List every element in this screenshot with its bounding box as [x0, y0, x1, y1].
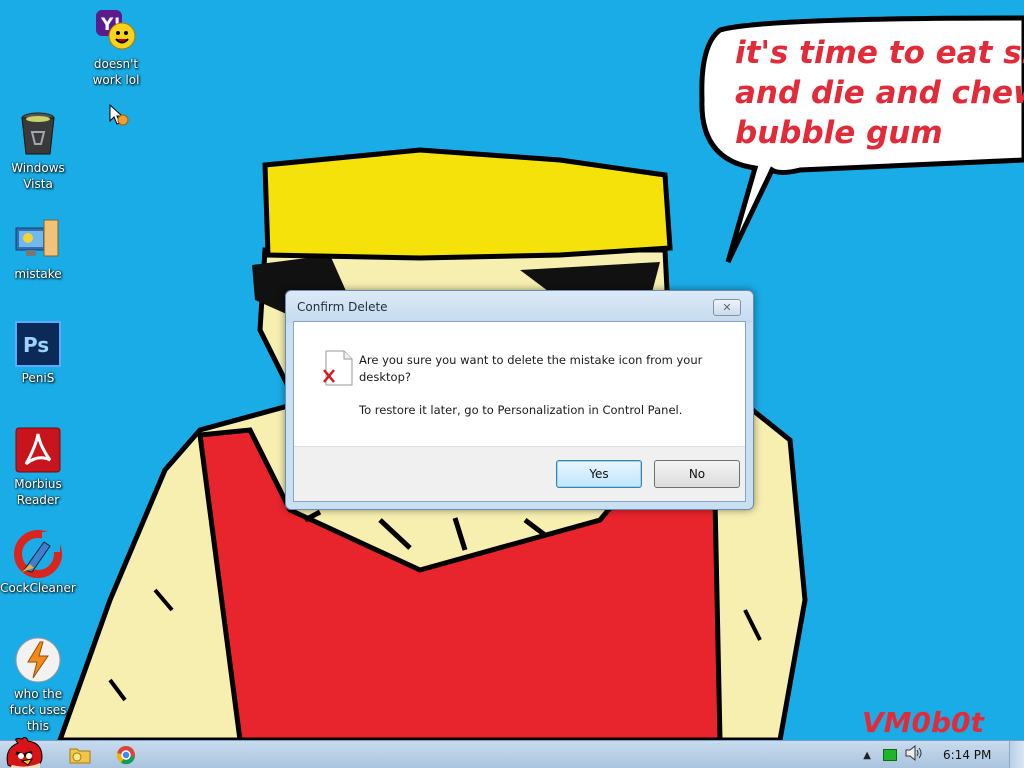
adobe-reader-icon — [14, 426, 62, 474]
desktop-icon-ccleaner[interactable]: CockCleaner — [0, 530, 76, 596]
system-tray: ▲ 6:14 PM — [863, 741, 1024, 768]
desktop-icon-label: Morbius Reader — [14, 477, 62, 507]
taskbar-explorer-button[interactable] — [60, 743, 100, 767]
mouse-cursor — [108, 103, 132, 132]
winamp-icon — [14, 636, 62, 684]
speech-line-2: and die and chew — [735, 75, 1024, 111]
ccleaner-icon — [14, 530, 62, 578]
desktop-icon-label: Windows Vista — [11, 161, 65, 191]
recycle-bin-icon — [14, 110, 62, 158]
desktop-icon-label: doesn't work lol — [92, 57, 140, 87]
no-button[interactable]: No — [654, 460, 740, 488]
volume-icon[interactable] — [905, 744, 923, 765]
desktop-icon-label: PeniS — [21, 371, 55, 385]
explorer-folder-icon — [69, 748, 91, 764]
dialog-body: Are you sure you want to delete the mist… — [293, 321, 746, 502]
show-hidden-icons-icon[interactable]: ▲ — [863, 750, 871, 761]
svg-text:Ps: Ps — [23, 333, 49, 357]
speech-line-1: it's time to eat shit — [735, 35, 1024, 71]
dialog-title: Confirm Delete — [297, 300, 388, 314]
dialog-footer: Yes No — [294, 446, 745, 501]
photoshop-icon: Ps — [14, 320, 62, 368]
desktop-icon-adobe-reader[interactable]: Morbius Reader — [0, 426, 76, 508]
desktop-icon-photoshop[interactable]: Ps PeniS — [0, 320, 76, 386]
chrome-icon — [116, 746, 135, 765]
angry-bird-start-icon — [6, 736, 43, 768]
yes-button[interactable]: Yes — [556, 460, 642, 488]
desktop-icon-label: who the fuck uses this — [9, 687, 67, 733]
close-icon: ✕ — [722, 301, 732, 314]
desktop-icon-label: mistake — [14, 267, 62, 281]
dialog-close-button[interactable]: ✕ — [713, 299, 741, 316]
yahoo-messenger-icon: Y! — [92, 6, 140, 54]
desktop-icon-mistake[interactable]: mistake — [0, 216, 76, 282]
delete-file-icon — [322, 350, 354, 390]
desktop-icon-yahoo[interactable]: Y! doesn't work lol — [78, 6, 154, 88]
wallpaper-signature: VM0b0t — [862, 706, 986, 739]
dialog-message: Are you sure you want to delete the mist… — [359, 353, 703, 384]
desktop-icon-label: CockCleaner — [0, 581, 76, 595]
taskbar: ▲ 6:14 PM — [0, 736, 1024, 768]
personalization-icon — [14, 216, 62, 264]
taskbar-clock[interactable]: 6:14 PM — [943, 748, 1003, 762]
speech-line-3: bubble gum — [735, 115, 943, 151]
yes-button-label: Yes — [589, 467, 609, 481]
confirm-delete-dialog: Confirm Delete ✕ Are you sure you want t… — [285, 290, 754, 510]
dialog-content: Are you sure you want to delete the mist… — [294, 322, 745, 447]
dialog-hint: To restore it later, go to Personalizati… — [359, 403, 683, 417]
dialog-titlebar[interactable]: Confirm Delete — [286, 291, 753, 323]
desktop-icon-winamp[interactable]: who the fuck uses this — [0, 636, 76, 734]
taskbar-chrome-button[interactable] — [106, 743, 146, 767]
network-icon[interactable] — [883, 749, 897, 761]
no-button-label: No — [688, 467, 706, 481]
desktop-icon-recycle-bin[interactable]: Windows Vista — [0, 110, 76, 192]
start-button[interactable] — [2, 735, 46, 768]
show-desktop-button[interactable] — [1009, 741, 1024, 768]
